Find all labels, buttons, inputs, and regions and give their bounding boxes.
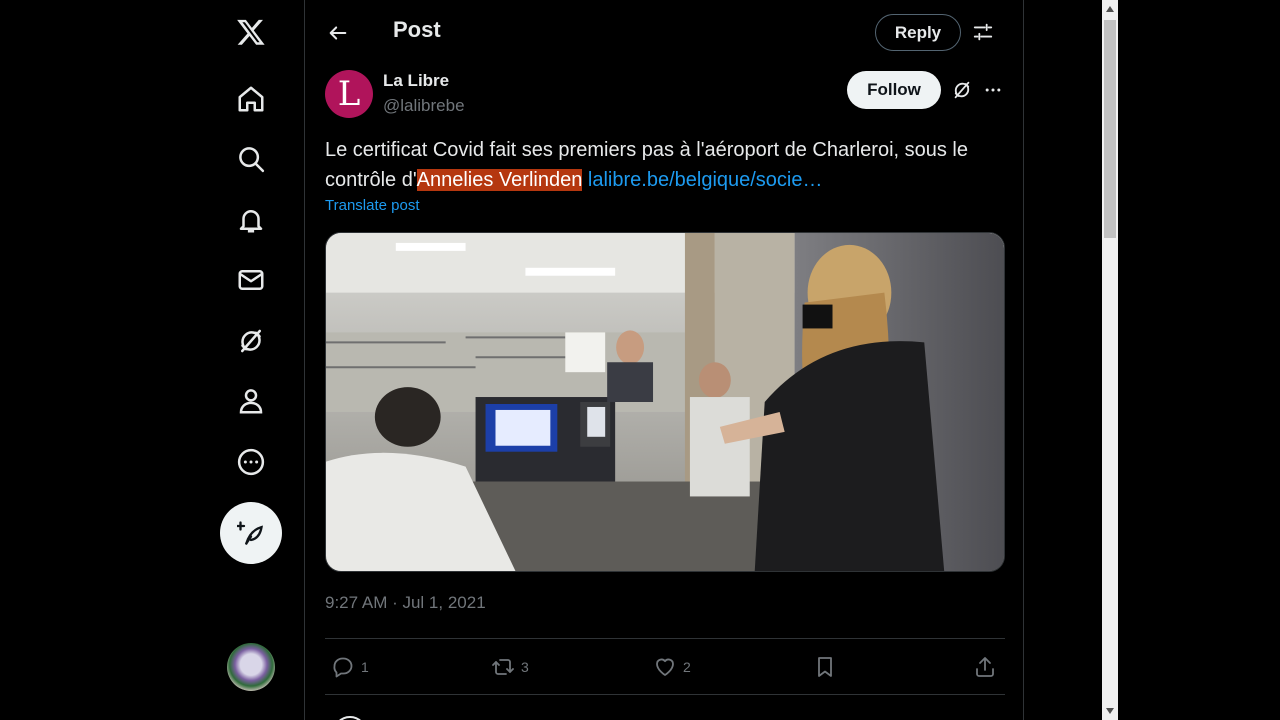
reply-settings-button[interactable] <box>969 18 997 46</box>
post-header: Post Reply <box>305 0 1023 64</box>
nav-more[interactable] <box>220 437 282 487</box>
nav-profile[interactable] <box>220 376 282 426</box>
share-action[interactable] <box>973 652 997 682</box>
arrow-left-icon <box>329 26 347 40</box>
account-avatar[interactable] <box>227 643 275 691</box>
reply-bubble-icon <box>333 657 353 678</box>
sliders-icon <box>973 23 993 41</box>
grok-icon <box>241 329 261 353</box>
reply-composer-avatar <box>333 716 367 720</box>
page-title: Post <box>393 17 441 42</box>
more-horizontal-icon <box>985 88 1001 92</box>
page-scrollbar[interactable] <box>1102 0 1118 720</box>
tweet-link[interactable]: lalibre.be/belgique/socie… <box>588 169 823 191</box>
grok-icon <box>954 81 970 99</box>
grok-explain-button[interactable] <box>950 78 974 102</box>
feather-plus-icon <box>237 521 263 545</box>
nav-grok[interactable] <box>220 316 282 366</box>
bookmark-action[interactable] <box>813 652 837 682</box>
divider <box>325 694 1005 695</box>
nav-messages[interactable] <box>220 255 282 305</box>
divider <box>325 638 1005 639</box>
nav-notifications[interactable] <box>220 195 282 245</box>
home-icon <box>238 86 264 112</box>
repost-action[interactable]: 3 <box>491 652 529 682</box>
author-avatar[interactable]: L <box>325 70 373 118</box>
x-logo-icon <box>237 19 265 45</box>
tweet-text: Le certificat Covid fait ses premiers pa… <box>325 135 1015 195</box>
highlighted-text: Annelies Verlinden <box>416 169 583 191</box>
reply-action[interactable]: 1 <box>331 652 369 682</box>
scroll-down-button[interactable] <box>1102 702 1118 720</box>
follow-button[interactable]: Follow <box>847 71 941 109</box>
post-timestamp[interactable]: 9:27 AM · Jul 1, 2021 <box>325 593 486 613</box>
mail-icon <box>238 270 264 290</box>
left-navigation <box>220 0 282 720</box>
bell-icon <box>239 210 263 233</box>
more-options-button[interactable] <box>981 78 1005 102</box>
share-icon <box>976 657 994 677</box>
profile-icon <box>239 389 263 414</box>
repost-count: 3 <box>521 659 529 675</box>
airport-booth-photo <box>326 233 1004 571</box>
bookmark-icon <box>818 657 832 677</box>
nav-explore[interactable] <box>220 134 282 184</box>
like-action[interactable]: 2 <box>653 652 691 682</box>
triangle-up-icon <box>1106 6 1114 12</box>
author-name[interactable]: La Libre <box>383 71 449 91</box>
repost-icon <box>492 659 514 675</box>
tweet-photo[interactable] <box>325 232 1005 572</box>
translate-post-link[interactable]: Translate post <box>325 197 420 214</box>
triangle-down-icon <box>1106 708 1114 714</box>
heart-icon <box>656 658 674 676</box>
back-button[interactable] <box>321 16 355 50</box>
post-detail-column: Post Reply L La Libre @lalibrebe Follow … <box>304 0 1024 720</box>
x-logo-link[interactable] <box>220 7 282 57</box>
more-circle-icon <box>237 448 265 476</box>
nav-home[interactable] <box>220 74 282 124</box>
like-count: 2 <box>683 659 691 675</box>
search-icon <box>239 147 265 173</box>
scroll-thumb[interactable] <box>1104 20 1116 238</box>
reply-count: 1 <box>361 659 369 675</box>
author-handle[interactable]: @lalibrebe <box>383 96 465 116</box>
compose-post-button[interactable] <box>220 502 282 564</box>
reply-button[interactable]: Reply <box>875 14 961 51</box>
scroll-up-button[interactable] <box>1102 0 1118 18</box>
